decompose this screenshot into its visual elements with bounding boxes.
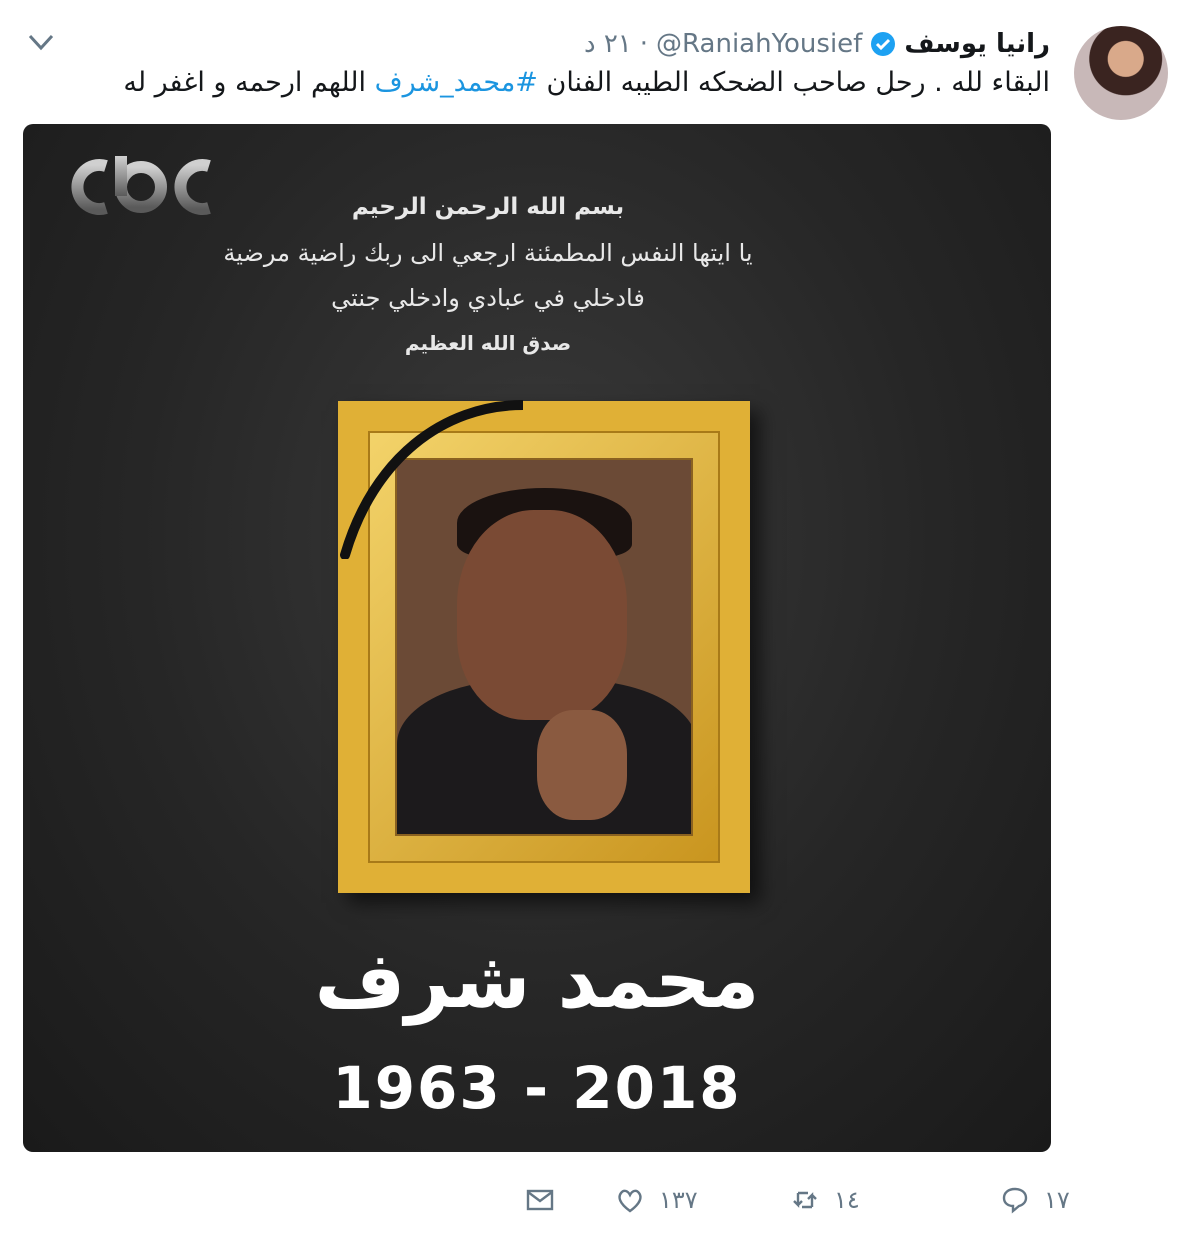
like-count: ١٣٧	[659, 1186, 698, 1214]
portrait-hand	[537, 710, 627, 820]
tweet: رانيا يوسف @RaniahYousief · ٢١ د البقاء …	[0, 0, 1200, 1249]
tweet-media-image[interactable]: بسم الله الرحمن الرحيم يا ايتها النفس ال…	[23, 124, 1051, 1152]
reply-action[interactable]: ١٧	[1000, 1180, 1070, 1220]
separator-dot: ·	[639, 29, 649, 59]
like-action[interactable]: ١٣٧	[615, 1180, 698, 1220]
envelope-icon	[526, 1189, 554, 1211]
hashtag-link[interactable]: #محمد_شرف	[375, 67, 538, 98]
tweet-header: رانيا يوسف @RaniahYousief · ٢١ د	[584, 26, 1050, 62]
avatar[interactable]	[1074, 26, 1168, 120]
verse-line-3: فادخلي في عبادي وادخلي جنتي	[331, 284, 645, 312]
verse-line-1: بسم الله الرحمن الرحيم	[351, 194, 625, 220]
reply-count: ١٧	[1044, 1186, 1070, 1214]
chevron-down-icon[interactable]	[26, 30, 56, 54]
verse-line-2: يا ايتها النفس المطمئنة ارجعي الى ربك را…	[223, 239, 753, 267]
tweet-text: البقاء لله . رحل صاحب الضحكه الطيبه الفن…	[90, 64, 1050, 102]
display-name[interactable]: رانيا يوسف	[904, 29, 1050, 59]
tweet-text-before: البقاء لله . رحل صاحب الضحكه الطيبه الفن…	[537, 67, 1051, 98]
retweet-action[interactable]: ١٤	[790, 1180, 860, 1220]
verified-badge-icon	[871, 32, 896, 56]
retweet-icon	[793, 1191, 817, 1209]
heart-icon	[618, 1189, 642, 1213]
black-mourning-ribbon-icon	[340, 400, 523, 559]
reply-icon	[1002, 1187, 1028, 1214]
tweet-text-after: اللهم ارحمه و اغفر له	[123, 67, 375, 98]
timestamp[interactable]: ٢١ د	[584, 29, 632, 59]
retweet-count: ١٤	[834, 1186, 860, 1214]
deceased-name: محمد شرف	[314, 936, 760, 1026]
direct-message-action[interactable]	[525, 1180, 555, 1220]
verse-line-4: صدق الله العظيم	[404, 331, 572, 355]
years-text: 1963 - 2018	[332, 1054, 742, 1122]
handle[interactable]: @RaniahYousief	[656, 29, 862, 59]
